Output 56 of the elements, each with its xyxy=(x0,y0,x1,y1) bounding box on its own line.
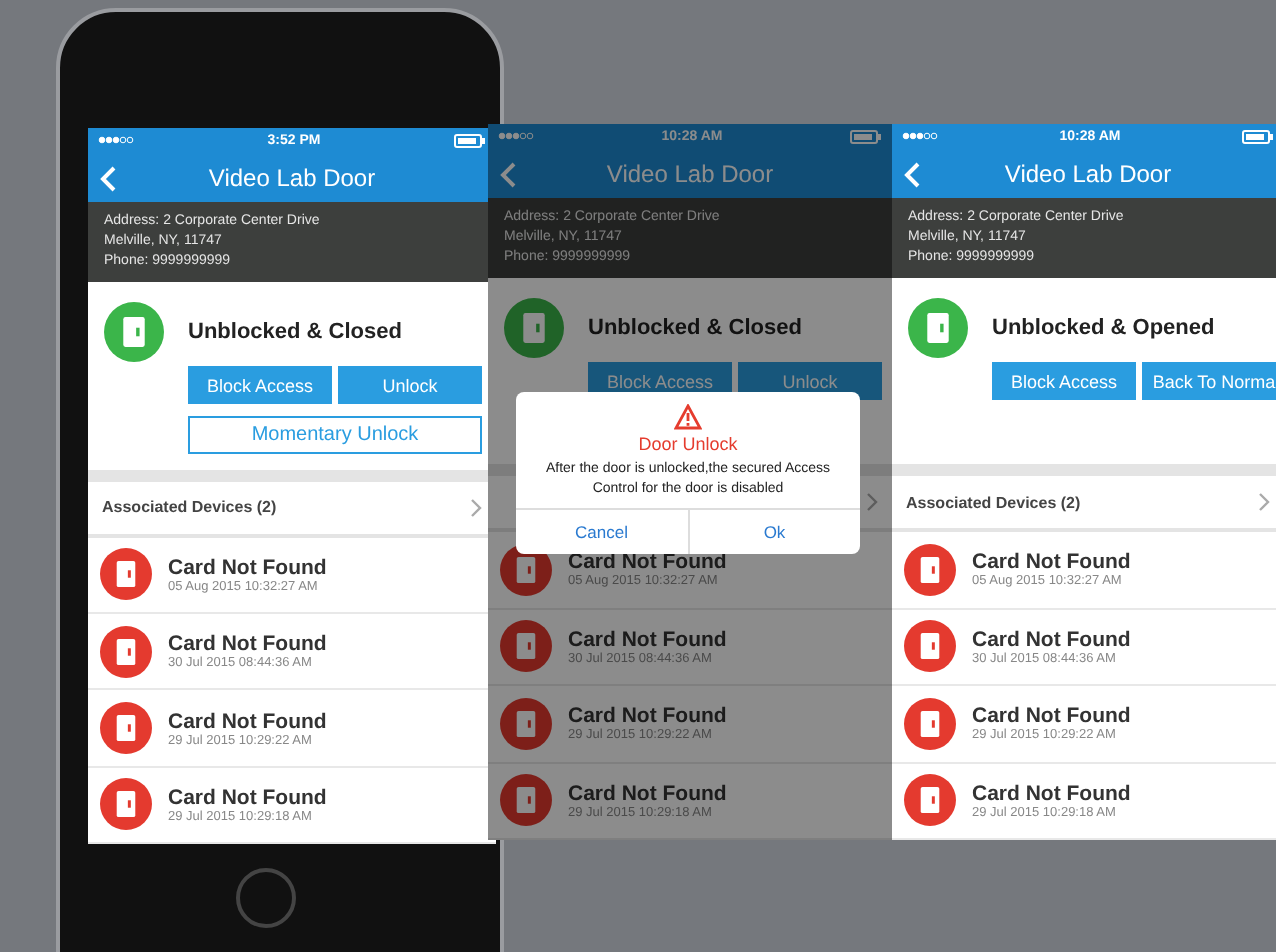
chevron-icon xyxy=(866,492,878,513)
door-icon xyxy=(908,298,968,359)
battery-icon xyxy=(1241,129,1274,144)
screen-title: Video Lab Door xyxy=(1004,160,1172,189)
event-title: Card Not Found xyxy=(972,781,1131,806)
door-state: Unblocked & Opened xyxy=(992,316,1215,341)
door-alert-icon xyxy=(500,774,552,827)
event-title: Card Not Found xyxy=(972,550,1131,575)
screen-title: Video Lab Door xyxy=(606,160,774,189)
event-title: Card Not Found xyxy=(168,555,327,580)
event-title: Card Not Found xyxy=(168,709,327,734)
dialog-button[interactable]: Ok xyxy=(687,510,860,554)
door-icon xyxy=(104,302,164,363)
action-button[interactable]: Block Access xyxy=(992,362,1136,401)
back-icon[interactable] xyxy=(904,161,920,188)
door-alert-icon xyxy=(500,697,552,750)
signal-icon xyxy=(498,132,534,141)
devices-label: Associated Devices (2) xyxy=(906,493,1081,512)
warning-icon xyxy=(674,404,702,430)
signal-icon xyxy=(902,132,938,141)
door-alert-icon xyxy=(904,774,956,827)
door-alert-icon xyxy=(904,697,956,750)
event-title: Card Not Found xyxy=(168,785,327,810)
screen-title: Video Lab Door xyxy=(208,164,376,193)
door-alert-icon xyxy=(500,620,552,673)
door-alert-icon xyxy=(904,543,956,596)
event-title: Card Not Found xyxy=(568,781,727,806)
door-alert-icon xyxy=(100,778,152,831)
dialog-button[interactable]: Cancel xyxy=(516,510,687,554)
door-alert-icon xyxy=(100,548,152,601)
battery-icon xyxy=(849,129,882,144)
back-icon[interactable] xyxy=(100,165,116,192)
door-alert-icon xyxy=(100,625,152,678)
door-state: Unblocked & Closed xyxy=(188,320,402,345)
devices-label: Associated Devices (2) xyxy=(102,498,277,517)
event-title: Card Not Found xyxy=(568,704,727,729)
door-alert-icon xyxy=(904,620,956,673)
door-icon xyxy=(504,298,564,359)
event-title: Card Not Found xyxy=(568,550,727,575)
event-title: Card Not Found xyxy=(972,627,1131,652)
action-button[interactable]: Block Access xyxy=(188,366,332,405)
chevron-icon xyxy=(470,497,482,518)
action-button[interactable]: Momentary Unlock xyxy=(188,416,482,455)
battery-icon xyxy=(454,133,486,148)
action-button[interactable]: Unlock xyxy=(338,366,482,405)
event-title: Card Not Found xyxy=(568,627,727,652)
door-state: Unblocked & Closed xyxy=(588,316,802,341)
dialog-title: Door Unlock xyxy=(638,434,738,454)
event-title: Card Not Found xyxy=(972,704,1131,729)
door-alert-icon xyxy=(100,702,152,755)
devices-row[interactable]: Associated Devices (2) xyxy=(892,476,1276,533)
back-icon[interactable] xyxy=(500,161,516,188)
chevron-icon xyxy=(1258,492,1270,513)
signal-icon xyxy=(98,136,134,145)
event-title: Card Not Found xyxy=(168,632,327,657)
action-button[interactable]: Back To Norma xyxy=(1142,362,1276,401)
